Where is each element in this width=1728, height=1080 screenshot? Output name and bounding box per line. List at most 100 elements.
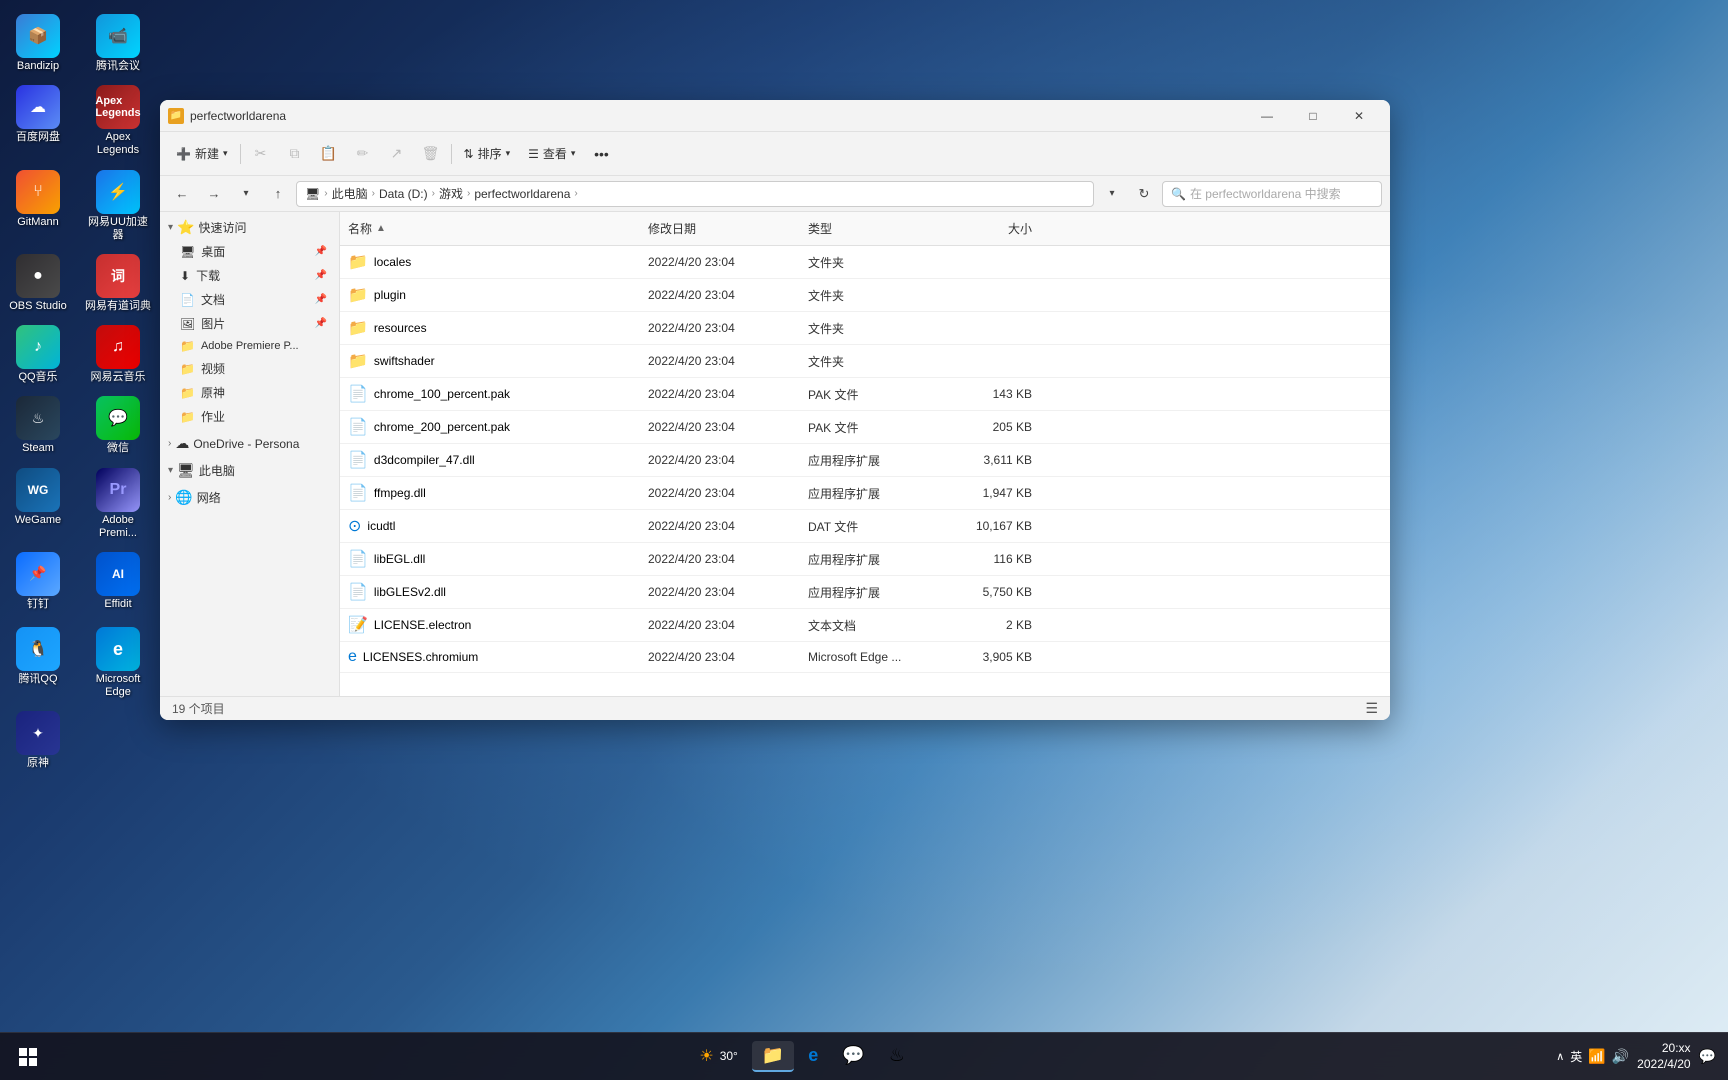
desktop-icon-qqmusic[interactable]: ♪ QQ音乐	[0, 319, 76, 390]
rename-button[interactable]: ✏	[347, 138, 379, 170]
file-row-icudtl[interactable]: ⊙ icudtl 2022/4/20 23:04 DAT 文件 10,167 K…	[340, 510, 1390, 543]
file-date: 2022/4/20 23:04	[640, 482, 800, 504]
recent-button[interactable]: ▾	[232, 180, 260, 208]
search-bar[interactable]: 🔍 在 perfectworldarena 中搜索	[1162, 181, 1382, 207]
paste-button[interactable]: 📋	[313, 138, 345, 170]
file-row-chrome200[interactable]: 📄 chrome_200_percent.pak 2022/4/20 23:04…	[340, 411, 1390, 444]
share-button[interactable]: ↗	[381, 138, 413, 170]
maximize-button[interactable]: □	[1290, 100, 1336, 132]
file-date: 2022/4/20 23:04	[640, 317, 800, 339]
desktop-icon-qqtg[interactable]: 🐧 腾讯QQ	[0, 621, 76, 705]
notification-icon[interactable]: 💬	[1699, 1048, 1716, 1065]
file-row-d3dcompiler[interactable]: 📄 d3dcompiler_47.dll 2022/4/20 23:04 应用程…	[340, 444, 1390, 477]
col-header-date[interactable]: 修改日期	[640, 216, 800, 241]
taskbar-app-steam[interactable]: ♨	[879, 1041, 915, 1072]
desktop-icon-163music[interactable]: ♫ 网易云音乐	[80, 319, 156, 390]
tray-arrow-icon[interactable]: ∧	[1556, 1050, 1564, 1063]
taskbar-app-explorer[interactable]: 📁	[752, 1041, 794, 1072]
start-button[interactable]	[8, 1037, 48, 1077]
breadcrumb-drive[interactable]: Data (D:)	[379, 187, 428, 201]
desktop-icon-tencent2[interactable]: 📹 腾讯会议	[80, 8, 156, 79]
volume-icon[interactable]: 🔊	[1612, 1048, 1629, 1065]
col-header-size[interactable]: 大小	[940, 216, 1040, 241]
back-button[interactable]: ←	[168, 180, 196, 208]
close-button[interactable]: ✕	[1336, 100, 1382, 132]
file-name: libEGL.dll	[374, 552, 425, 566]
up-button[interactable]: ↑	[264, 180, 292, 208]
new-button[interactable]: ➕ 新建 ▾	[168, 141, 236, 166]
desktop-icon-effidit[interactable]: AI Effidit	[80, 546, 156, 617]
sidebar-group-thispc[interactable]: ▾ 🖥 此电脑	[160, 459, 339, 482]
minimize-button[interactable]: —	[1244, 100, 1290, 132]
view-button[interactable]: ☰ 查看 ▾	[520, 141, 583, 166]
desktop-icon-baidu2[interactable]: ☁ 百度网盘	[0, 79, 76, 163]
sort-button[interactable]: ⇅ 排序 ▾	[456, 141, 519, 166]
dropdown-button[interactable]: ▾	[1098, 180, 1126, 208]
sidebar-group-network[interactable]: › 🌐 网络	[160, 486, 339, 509]
breadcrumb-folder[interactable]: perfectworldarena	[474, 187, 570, 201]
wifi-icon[interactable]: 📶	[1588, 1048, 1605, 1065]
refresh-button[interactable]: ↻	[1130, 180, 1158, 208]
sidebar-item-yuanshen[interactable]: 📁 原神	[164, 381, 335, 404]
desktop-icon-wechat[interactable]: 💬 微信	[80, 390, 156, 461]
file-row-license-electron[interactable]: 📝 LICENSE.electron 2022/4/20 23:04 文本文档 …	[340, 609, 1390, 642]
title-bar: 📁 perfectworldarena — □ ✕	[160, 100, 1390, 132]
file-date: 2022/4/20 23:04	[640, 515, 800, 537]
sidebar-item-work[interactable]: 📁 作业	[164, 405, 335, 428]
file-row-resources[interactable]: 📁 resources 2022/4/20 23:04 文件夹	[340, 312, 1390, 345]
sidebar-item-video[interactable]: 📁 视频	[164, 357, 335, 380]
breadcrumb-games[interactable]: 游戏	[439, 185, 463, 202]
sidebar-item-adobe[interactable]: 📁 Adobe Premiere P...	[164, 336, 335, 356]
copy-button[interactable]: ⧉	[279, 138, 311, 170]
file-row-swiftshader[interactable]: 📁 swiftshader 2022/4/20 23:04 文件夹	[340, 345, 1390, 378]
desktop-icon-ys[interactable]: ✦ 原神	[0, 705, 76, 776]
desktop-icon-dingding[interactable]: 📌 钉钉	[0, 546, 76, 617]
file-type: 应用程序扩展	[800, 448, 940, 473]
cut-button[interactable]: ✂	[245, 138, 277, 170]
more-button[interactable]: •••	[585, 138, 617, 170]
file-row-locales[interactable]: 📁 locales 2022/4/20 23:04 文件夹	[340, 246, 1390, 279]
window-controls: — □ ✕	[1244, 100, 1382, 132]
sidebar-item-downloads[interactable]: ⬇ 下载 📌	[164, 264, 335, 287]
file-row-ffmpeg[interactable]: 📄 ffmpeg.dll 2022/4/20 23:04 应用程序扩展 1,94…	[340, 477, 1390, 510]
sidebar-item-docs[interactable]: 📄 文档 📌	[164, 288, 335, 311]
desktop-icon-wegame[interactable]: WG WeGame	[0, 462, 76, 546]
file-name: chrome_200_percent.pak	[374, 420, 510, 434]
desktop-icon-gitman[interactable]: ⑂ GitMann	[0, 164, 76, 248]
desktop-icon-wangyi[interactable]: 词 网易有道词典	[80, 248, 156, 319]
sidebar-group-quickaccess[interactable]: ▾ ⭐ 快速访问	[160, 216, 339, 239]
col-header-name[interactable]: 名称 ▲	[340, 216, 640, 241]
file-name: plugin	[374, 288, 406, 302]
taskbar-app-wechat[interactable]: 💬	[832, 1041, 874, 1072]
file-type: DAT 文件	[800, 514, 940, 539]
taskbar-weather[interactable]: ☀ 30°	[689, 1042, 748, 1072]
taskbar-app-edge[interactable]: e	[798, 1041, 828, 1072]
file-row-chrome100[interactable]: 📄 chrome_100_percent.pak 2022/4/20 23:04…	[340, 378, 1390, 411]
desktop-icon-pr[interactable]: Pr Adobe Premi...	[80, 462, 156, 546]
desktop-icon-apex2[interactable]: ApexLegends Apex Legends	[80, 79, 156, 163]
sidebar-group-onedrive[interactable]: › ☁ OneDrive - Persona	[160, 432, 339, 455]
desktop-icon-steam[interactable]: ♨ Steam	[0, 390, 76, 461]
adobe-folder-icon: 📁	[180, 339, 195, 353]
file-date: 2022/4/20 23:04	[640, 581, 800, 603]
sidebar-item-desktop[interactable]: 🖥 桌面 📌	[164, 240, 335, 263]
forward-button[interactable]: →	[200, 180, 228, 208]
breadcrumb-thispc[interactable]: 此电脑	[332, 185, 368, 202]
desktop-icon-obs[interactable]: ● OBS Studio	[0, 248, 76, 319]
file-row-libglesv2[interactable]: 📄 libGLESv2.dll 2022/4/20 23:04 应用程序扩展 5…	[340, 576, 1390, 609]
network-expand-icon: ›	[168, 492, 171, 503]
clock-display[interactable]: 20:xx 2022/4/20	[1637, 1041, 1690, 1072]
file-row-plugin[interactable]: 📁 plugin 2022/4/20 23:04 文件夹	[340, 279, 1390, 312]
desktop-icon-uu[interactable]: ⚡ 网易UU加速器	[80, 164, 156, 248]
breadcrumb-bar[interactable]: 🖥 › 此电脑 › Data (D:) › 游戏 › perfectworlda…	[296, 181, 1094, 207]
col-header-type[interactable]: 类型	[800, 216, 940, 241]
file-type: 文本文档	[800, 613, 940, 638]
delete-button[interactable]: 🗑	[415, 138, 447, 170]
desktop-icon-msedge[interactable]: e Microsoft Edge	[80, 621, 156, 705]
file-row-licenses-chromium[interactable]: e LICENSES.chromium 2022/4/20 23:04 Micr…	[340, 642, 1390, 673]
file-row-libegl[interactable]: 📄 libEGL.dll 2022/4/20 23:04 应用程序扩展 116 …	[340, 543, 1390, 576]
desktop-icon-bandizip2[interactable]: 📦 Bandizip	[0, 8, 76, 79]
view-list-icon[interactable]: ☰	[1365, 700, 1378, 717]
lang-indicator[interactable]: 英	[1570, 1048, 1582, 1065]
sidebar-item-pics[interactable]: 🖼 图片 📌	[164, 312, 335, 335]
